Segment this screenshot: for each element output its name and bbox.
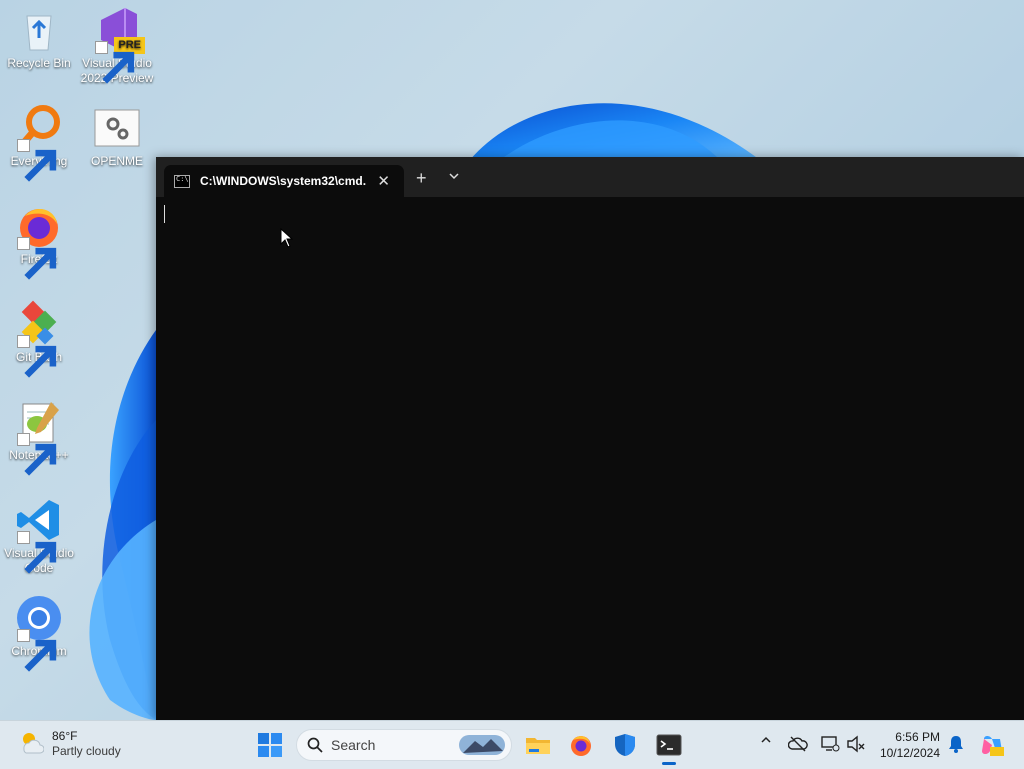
search-icon [307,737,323,753]
shortcut-arrow-icon [17,139,57,182]
taskbar-firefox[interactable] [565,729,597,761]
desktop-icon-firefox[interactable]: Firefox [0,202,78,280]
shield-icon [615,734,635,756]
taskbar: 86°F Partly cloudy Search 6:56 PM 10/12/… [0,720,1024,769]
partly-cloudy-icon [23,733,44,754]
notepad-plus-plus-icon [15,398,63,476]
clock-time: 6:56 PM [895,730,940,744]
shortcut-arrow-icon [17,237,57,280]
taskbar-defender[interactable] [609,729,641,761]
volume-muted-icon[interactable] [846,735,866,753]
taskbar-file-explorer[interactable] [522,729,554,761]
taskbar-clock[interactable]: 6:56 PM 10/12/2024 [876,729,940,761]
desktop-icon-git-bash[interactable]: Git Bash [0,300,78,378]
tab-title: C:\WINDOWS\system32\cmd. [200,174,367,188]
vscode-icon [15,496,63,574]
new-tab-button[interactable]: + [416,169,427,187]
search-highlight-landscape-icon [459,735,505,755]
settings-file-icon [93,104,141,152]
desktop-icon-everything[interactable]: Everything [0,104,78,182]
taskbar-terminal[interactable] [653,729,685,765]
desktop-icon-notepad-plus-plus[interactable]: Notepad++ [0,398,78,476]
desktop-icon-visual-studio-code[interactable]: Visual Studio Code [0,496,78,576]
weather-temp: 86°F [52,729,78,743]
start-button-windows-icon[interactable] [258,733,282,757]
desktop-icon-openme[interactable]: OPENME [78,104,156,169]
recycle-bin-icon [15,6,63,54]
tab-close-button[interactable]: ✕ [377,172,390,190]
desktop-icon-recycle-bin[interactable]: Recycle Bin [0,6,78,71]
mouse-pointer-icon [280,228,294,248]
terminal-titlebar[interactable]: C:\WINDOWS\system32\cmd. ✕ + [156,157,1024,197]
shortcut-arrow-icon [17,629,57,672]
desktop-icon-chromium[interactable]: Chromium [0,594,78,672]
search-placeholder: Search [331,737,376,753]
shortcut-arrow-icon [17,531,57,574]
desktop-icon-label: OPENME [90,154,143,168]
firefox-icon [15,202,63,280]
terminal-icon [656,734,682,756]
network-icon[interactable] [820,735,840,753]
clock-date: 10/12/2024 [879,746,940,760]
notification-bell-icon[interactable] [948,735,964,753]
terminal-tab[interactable]: C:\WINDOWS\system32\cmd. ✕ [164,165,404,197]
chromium-icon [15,594,63,672]
cmd-icon [174,174,190,188]
visual-studio-icon: PRE [93,6,145,84]
onedrive-offline-icon[interactable] [788,735,808,753]
firefox-icon [571,736,591,756]
shortcut-arrow-icon [17,335,57,378]
copilot-icon[interactable] [980,733,1004,757]
desktop-icon-label: Recycle Bin [7,56,71,70]
shortcut-arrow-icon [17,433,57,476]
tab-dropdown-chevron-down-icon[interactable] [448,171,460,181]
weather-condition: Partly cloudy [52,744,121,758]
git-bash-icon [15,300,63,378]
weather-widget[interactable]: 86°F Partly cloudy [18,729,121,759]
taskbar-search-box[interactable]: Search [296,729,512,761]
everything-search-icon [15,104,63,182]
tray-show-hidden-chevron-up-icon[interactable] [760,733,772,751]
folder-icon [526,738,550,754]
desktop-icon-visual-studio-2022-preview[interactable]: PRE Visual Studio 2022 Preview [78,6,156,86]
shortcut-arrow-icon [95,41,135,84]
text-cursor [164,205,165,223]
